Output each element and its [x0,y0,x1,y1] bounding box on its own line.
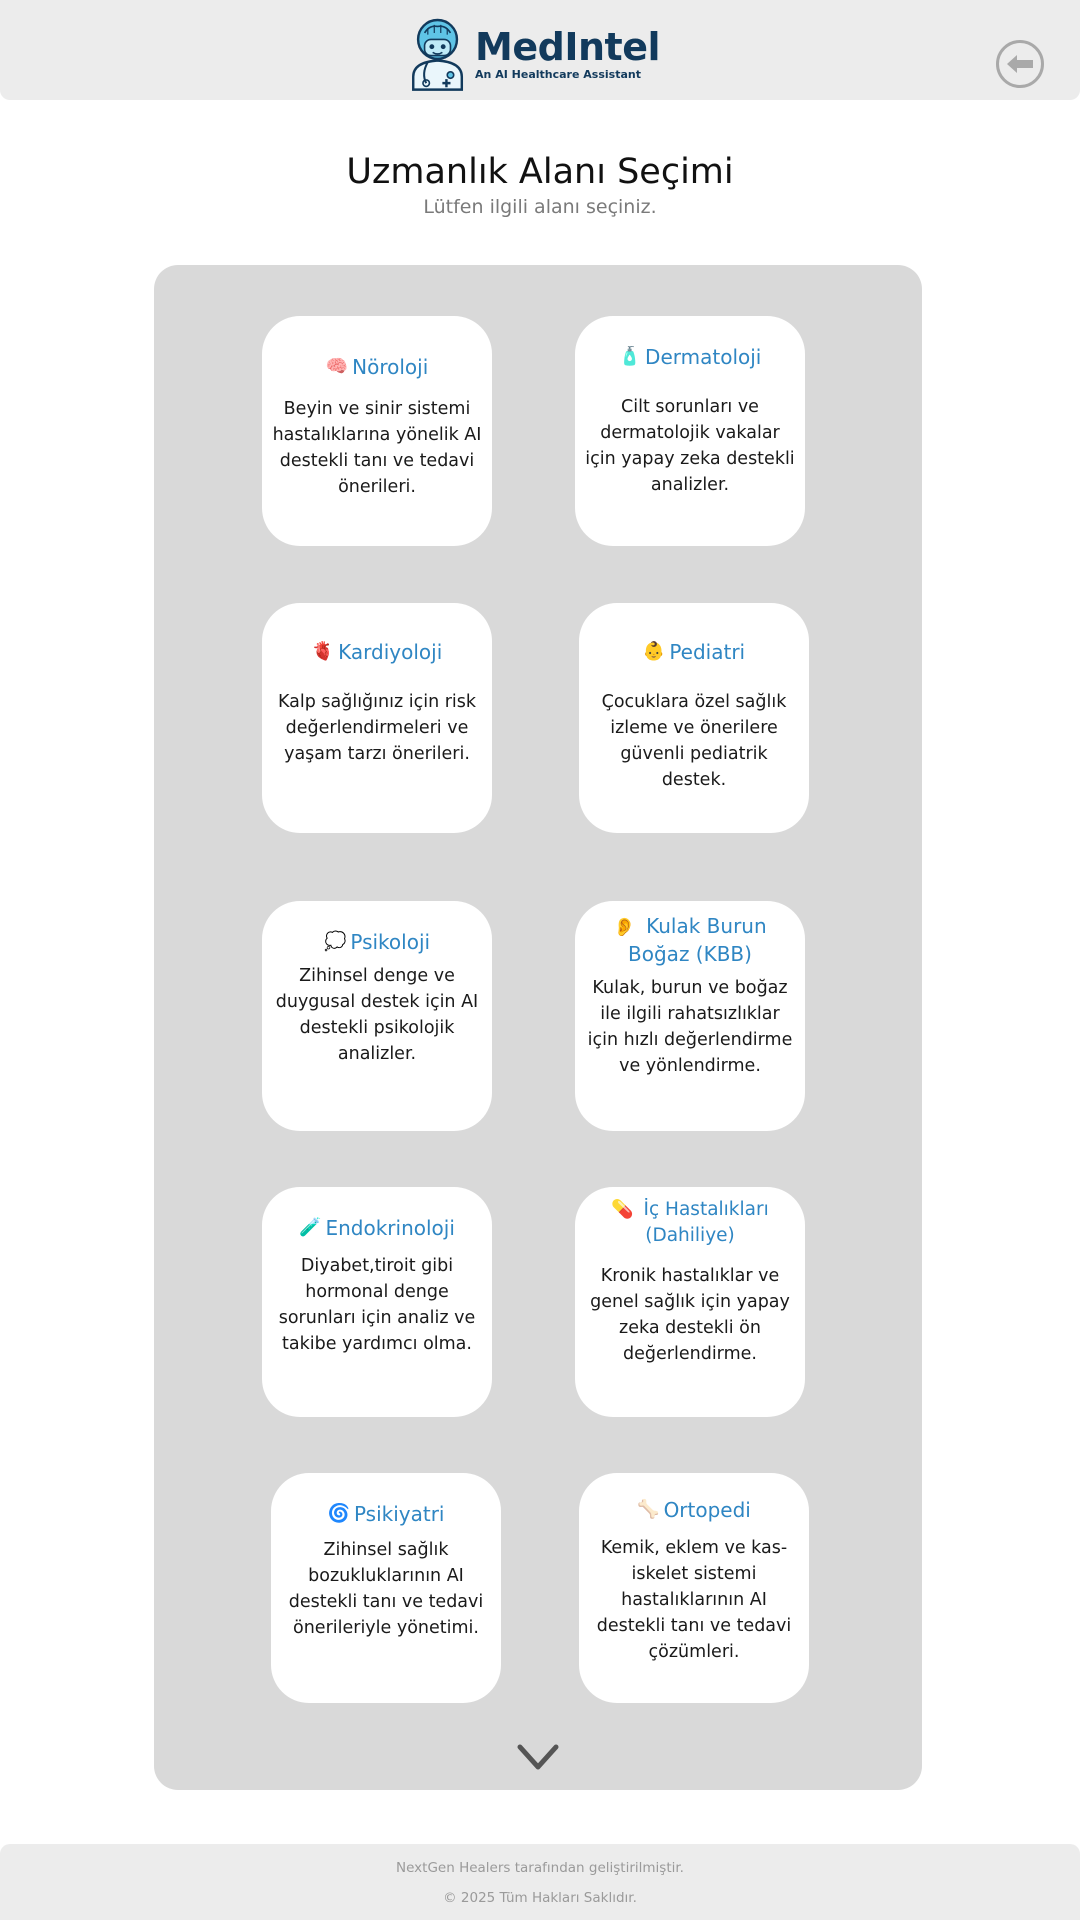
card-desc: Kemik, eklem ve kas-iskelet sistemi hast… [596,1538,792,1662]
test-tube-icon: 🧪 [299,1217,322,1238]
back-button[interactable] [996,40,1044,88]
card-title: 🫀 Kardiyoloji [270,639,484,665]
card-desc: Zihinsel denge ve duygusal destek için A… [275,966,479,1064]
card-dermatoloji[interactable]: 🧴 Dermatoloji Cilt sorunları ve dermatol… [575,316,805,546]
card-dahiliye[interactable]: 💊 İç Hastalıkları (Dahiliye) Kronik hast… [575,1187,805,1417]
page-subtitle: Lütfen ilgili alanı seçiniz. [423,196,657,218]
card-title-text: Pediatri [669,640,746,664]
card-desc: Kronik hastalıklar ve genel sağlık için … [590,1266,790,1364]
card-title-text: İç Hastalıkları (Dahiliye) [643,1199,769,1246]
card-title-text: Psikiyatri [353,1502,445,1526]
ear-icon: 👂 [613,917,636,938]
thought-bubble-icon: 💭 [323,931,347,952]
header: MedIntel An AI Healthcare Assistant [0,0,1080,100]
card-pediatri[interactable]: 👶 Pediatri Çocuklara özel sağlık izleme … [579,603,809,833]
baby-icon: 👶 [642,641,666,662]
card-title: 💊 İç Hastalıkları (Dahiliye) [583,1197,797,1249]
card-desc: Kalp sağlığınız için risk değerlendirmel… [277,692,477,764]
card-title-text: Kardiyoloji [338,640,443,664]
card-endokrinoloji[interactable]: 🧪 Endokrinoloji Diyabet,tiroit gibi horm… [262,1187,492,1417]
pill-icon: 💊 [611,1199,634,1220]
brain-icon: 🧠 [325,356,349,377]
brand-tagline: An AI Healthcare Assistant [475,68,641,81]
card-title: 🧴 Dermatoloji [583,344,797,370]
footer: NextGen Healers tarafından geliştirilmiş… [0,1844,1080,1920]
card-title-text: Endokrinoloji [325,1216,455,1240]
card-psikoloji[interactable]: 💭 Psikoloji Zihinsel denge ve duygusal d… [262,901,492,1131]
chevron-down-icon[interactable] [516,1743,560,1773]
arrow-left-icon [1007,55,1033,73]
card-desc: Cilt sorunları ve dermatolojik vakalar i… [585,397,795,495]
card-title-text: Dermatoloji [645,345,762,369]
footer-copyright: © 2025 Tüm Hakları Saklıdır. [443,1890,637,1906]
card-noroloji[interactable]: 🧠 Nöroloji Beyin ve sinir sistemi hastal… [262,316,492,546]
card-title: 🌀 Psikiyatri [279,1501,493,1527]
card-desc: Zihinsel sağlık bozukluklarının AI deste… [288,1540,484,1638]
card-title: 🧪 Endokrinoloji [270,1215,484,1241]
card-title-text: Kulak Burun Boğaz (KBB) [628,914,767,966]
card-desc: Çocuklara özel sağlık izleme ve öneriler… [601,692,787,790]
page-title: Uzmanlık Alanı Seçimi [346,152,734,192]
logo: MedIntel An AI Healthcare Assistant [410,10,660,98]
card-title: 👂 Kulak Burun Boğaz (KBB) [583,913,797,967]
card-title-text: Psikoloji [350,930,431,954]
doctor-robot-icon [412,18,464,91]
card-title-text: Nöroloji [352,355,429,379]
card-ortopedi[interactable]: 🦴 Ortopedi Kemik, eklem ve kas-iskelet s… [579,1473,809,1703]
bone-icon: 🦴 [637,1499,660,1520]
card-psikiyatri[interactable]: 🌀 Psikiyatri Zihinsel sağlık bozukluklar… [271,1473,501,1703]
anatomical-heart-icon: 🫀 [311,641,335,662]
card-kardiyoloji[interactable]: 🫀 Kardiyoloji Kalp sağlığınız için risk … [262,603,492,833]
card-title: 🧠 Nöroloji [270,354,484,380]
card-title: 👶 Pediatri [587,639,801,665]
footer-credit: NextGen Healers tarafından geliştirilmiş… [396,1860,684,1876]
card-title: 💭 Psikoloji [270,929,484,955]
lotion-bottle-icon: 🧴 [618,346,642,367]
card-desc: Kulak, burun ve boğaz ile ilgili rahatsı… [587,978,793,1076]
card-desc: Diyabet,tiroit gibi hormonal denge sorun… [278,1256,476,1354]
card-desc: Beyin ve sinir sistemi hastalıklarına yö… [272,399,482,497]
specialty-panel: 🧠 Nöroloji Beyin ve sinir sistemi hastal… [154,265,922,1790]
cyclone-icon: 🌀 [327,1503,350,1524]
card-title: 🦴 Ortopedi [587,1497,801,1523]
card-kbb[interactable]: 👂 Kulak Burun Boğaz (KBB) Kulak, burun v… [575,901,805,1131]
brand-name: MedIntel [475,25,660,69]
card-title-text: Ortopedi [663,1498,751,1522]
